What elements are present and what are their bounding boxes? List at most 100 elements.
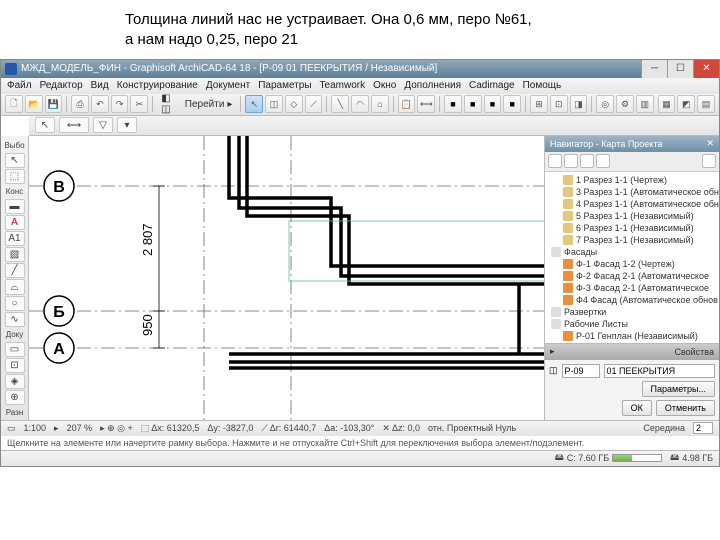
nav-tab4-icon[interactable] bbox=[596, 154, 610, 168]
dim-icon[interactable]: ⟷ bbox=[417, 95, 435, 113]
new-icon[interactable]: 🗋 bbox=[5, 95, 23, 113]
tree-item[interactable]: Р-01 Генплан (Независимый) bbox=[545, 330, 719, 342]
fill-tool-icon[interactable]: ▨ bbox=[5, 247, 25, 262]
navigator-panel: Навигатор - Карта Проекта✕ 1 Разрез 1-1 … bbox=[544, 136, 719, 420]
menu-options[interactable]: Параметры bbox=[258, 80, 311, 91]
doc3-icon[interactable]: ◈ bbox=[5, 374, 25, 389]
sheet-icon bbox=[563, 331, 573, 341]
arc-icon[interactable]: ◠ bbox=[351, 95, 369, 113]
name-field[interactable]: 01 ПЕЕКРЫТИЯ bbox=[604, 364, 715, 378]
tree-item[interactable]: 1 Разрез 1-1 (Чертеж) bbox=[545, 174, 719, 186]
ib2-icon[interactable]: ▽ bbox=[93, 117, 113, 133]
marquee-tool-icon[interactable]: ⬚ bbox=[5, 169, 25, 184]
tree-item[interactable]: 7 Разрез 1-1 (Независимый) bbox=[545, 234, 719, 246]
scale-field[interactable]: 1:100 bbox=[24, 423, 47, 433]
settings-icon[interactable]: ⚙ bbox=[616, 95, 634, 113]
goto-dropdown[interactable]: ◧ ◫ Перейти ▸ bbox=[157, 93, 236, 115]
tree-item[interactable]: Ф-3 Фасад 2-1 (Автоматическое bbox=[545, 282, 719, 294]
menu-teamwork[interactable]: Teamwork bbox=[320, 80, 366, 91]
tree-item[interactable]: Развертки bbox=[545, 306, 719, 318]
doc4-icon[interactable]: ⊕ bbox=[5, 390, 25, 405]
menu-window[interactable]: Окно bbox=[373, 80, 396, 91]
print-icon[interactable]: ⎙ bbox=[71, 95, 89, 113]
misc2-icon[interactable]: ⊡ bbox=[550, 95, 568, 113]
undo-icon[interactable]: ↶ bbox=[91, 95, 109, 113]
text-tool-icon[interactable]: A bbox=[5, 215, 25, 230]
arc-tool-icon[interactable]: ⌓ bbox=[5, 279, 25, 294]
misc5-icon[interactable]: ▥ bbox=[636, 95, 654, 113]
menu-cadimage[interactable]: Cadimage bbox=[469, 80, 515, 91]
tree-item-label: Р-01 Генплан (Независимый) bbox=[576, 331, 698, 341]
tree-item[interactable]: Фасады bbox=[545, 246, 719, 258]
close-button[interactable]: ✕ bbox=[693, 60, 719, 78]
circle-tool-icon[interactable]: ○ bbox=[5, 296, 25, 311]
tool-icon[interactable]: ◇ bbox=[285, 95, 303, 113]
line-icon[interactable]: ╲ bbox=[331, 95, 349, 113]
ib-icon[interactable]: ⟷ bbox=[59, 117, 89, 133]
right2-icon[interactable]: ◩ bbox=[677, 95, 695, 113]
menu-view[interactable]: Вид bbox=[91, 80, 109, 91]
tree-item[interactable]: Рабочие Листы bbox=[545, 318, 719, 330]
menu-help[interactable]: Помощь bbox=[523, 80, 562, 91]
id-field[interactable] bbox=[562, 364, 600, 378]
spline-tool-icon[interactable]: ∿ bbox=[5, 312, 25, 327]
right1-icon[interactable]: ▦ bbox=[658, 95, 676, 113]
label-tool-icon[interactable]: A1 bbox=[5, 231, 25, 246]
navigator-tree[interactable]: 1 Разрез 1-1 (Чертеж)3 Разрез 1-1 (Автом… bbox=[545, 172, 719, 343]
doc2-icon[interactable]: ⊡ bbox=[5, 358, 25, 373]
poly-icon[interactable]: ⌂ bbox=[371, 95, 389, 113]
nav-opt-icon[interactable] bbox=[702, 154, 716, 168]
save-icon[interactable]: 💾 bbox=[45, 95, 63, 113]
dark2-icon[interactable]: ■ bbox=[464, 95, 482, 113]
nav-tab3-icon[interactable] bbox=[580, 154, 594, 168]
menu-document[interactable]: Документ bbox=[206, 80, 250, 91]
menu-edit[interactable]: Редактор bbox=[40, 80, 83, 91]
menu-file[interactable]: Файл bbox=[7, 80, 32, 91]
navigator-close-icon[interactable]: ✕ bbox=[706, 138, 714, 149]
tree-item-label: 3 Разрез 1-1 (Автоматическое обн bbox=[576, 187, 719, 197]
right3-icon[interactable]: ▤ bbox=[697, 95, 715, 113]
menu-design[interactable]: Конструирование bbox=[117, 80, 198, 91]
arrow-tool-icon[interactable]: ↖ bbox=[5, 153, 25, 168]
cursor-icon[interactable]: ↖ bbox=[35, 117, 55, 133]
palette-sel-label: Выбо bbox=[4, 141, 24, 150]
tree-item[interactable]: Ф4 Фасад (Автоматическое обнов bbox=[545, 294, 719, 306]
tree-item[interactable]: 6 Разрез 1-1 (Независимый) bbox=[545, 222, 719, 234]
ib3-icon[interactable]: ▾ bbox=[117, 117, 137, 133]
open-icon[interactable]: 📂 bbox=[25, 95, 43, 113]
tool2-icon[interactable]: ⟋ bbox=[305, 95, 323, 113]
minimize-button[interactable]: ─ bbox=[641, 60, 667, 78]
dark3-icon[interactable]: ■ bbox=[484, 95, 502, 113]
mid-field[interactable] bbox=[693, 422, 713, 434]
nav-tab2-icon[interactable] bbox=[564, 154, 578, 168]
tree-item[interactable]: 3 Разрез 1-1 (Автоматическое обн bbox=[545, 186, 719, 198]
cancel-button[interactable]: Отменить bbox=[656, 400, 715, 416]
line-tool-icon[interactable]: ╱ bbox=[5, 263, 25, 278]
selection-icon[interactable]: ↖ bbox=[245, 95, 263, 113]
tree-item[interactable]: 5 Разрез 1-1 (Независимый) bbox=[545, 210, 719, 222]
menu-addons[interactable]: Дополнения bbox=[404, 80, 461, 91]
doc1-icon[interactable]: ▭ bbox=[5, 342, 25, 357]
dim-2807: 2 807 bbox=[140, 223, 155, 256]
ok-button[interactable]: ОК bbox=[622, 400, 652, 416]
wall-tool-icon[interactable]: ▬ bbox=[5, 199, 25, 214]
zoom-field[interactable]: 207 % bbox=[67, 423, 93, 433]
cut-icon[interactable]: ✂ bbox=[130, 95, 148, 113]
dark4-icon[interactable]: ■ bbox=[503, 95, 521, 113]
misc1-icon[interactable]: ⊞ bbox=[530, 95, 548, 113]
dark1-icon[interactable]: ■ bbox=[444, 95, 462, 113]
tree-item[interactable]: Ф-2 Фасад 2-1 (Автоматическое bbox=[545, 270, 719, 282]
tree-item[interactable]: 4 Разрез 1-1 (Автоматическое обн bbox=[545, 198, 719, 210]
tree-item[interactable]: Ф-1 Фасад 1-2 (Чертеж) bbox=[545, 258, 719, 270]
misc3-icon[interactable]: ◨ bbox=[570, 95, 588, 113]
sheet-icon bbox=[563, 187, 573, 197]
redo-icon[interactable]: ↷ bbox=[111, 95, 129, 113]
drawing-canvas[interactable]: 2 807 950 В Б А bbox=[29, 136, 544, 420]
marquee-icon[interactable]: ◫ bbox=[265, 95, 283, 113]
params-button[interactable]: Параметры... bbox=[642, 381, 715, 397]
nav-tab1-icon[interactable] bbox=[548, 154, 562, 168]
clipboard-icon[interactable]: 📋 bbox=[398, 95, 416, 113]
misc4-icon[interactable]: ◎ bbox=[596, 95, 614, 113]
sheet-icon bbox=[563, 199, 573, 209]
maximize-button[interactable]: ☐ bbox=[667, 60, 693, 78]
